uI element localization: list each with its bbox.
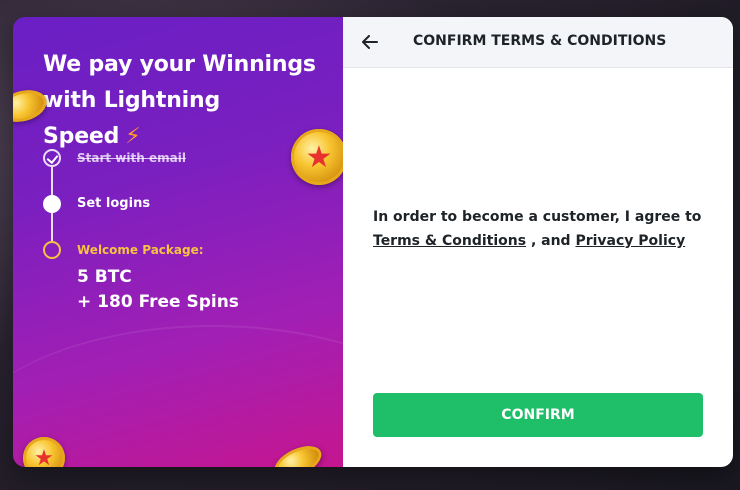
terms-text: In order to become a customer, I agree t… <box>373 205 703 253</box>
dialog-title: CONFIRM TERMS & CONDITIONS <box>413 33 667 49</box>
gold-coin-icon <box>269 439 327 467</box>
dialog-header: CONFIRM TERMS & CONDITIONS <box>343 17 733 68</box>
bonus-free-spins: + 180 Free Spins <box>77 292 239 312</box>
step-set-logins: Set logins <box>43 195 150 213</box>
promo-title: We pay your Winnings with Lightning Spee… <box>43 47 323 155</box>
promo-panel: We pay your Winnings with Lightning Spee… <box>13 17 343 467</box>
step-label: Set logins <box>77 196 151 211</box>
star-coin-icon: ★ <box>23 437 65 467</box>
agree-text: In order to become a customer, I agree t… <box>373 209 702 225</box>
step-welcome-package: Welcome Package: <box>43 241 204 259</box>
terms-conditions-link[interactable]: Terms & Conditions <box>373 233 526 249</box>
terms-modal: We pay your Winnings with Lightning Spee… <box>13 17 733 467</box>
back-button[interactable] <box>357 29 383 55</box>
bonus-btc: 5 BTC <box>77 267 132 287</box>
step-start-with-email: Start with email <box>43 149 186 167</box>
current-step-dot-icon <box>43 195 61 213</box>
step-connector <box>51 167 53 195</box>
step-label: Welcome Package: <box>77 243 204 257</box>
confirm-button[interactable]: CONFIRM <box>373 393 703 437</box>
check-circle-icon <box>43 149 61 167</box>
step-connector <box>51 213 53 241</box>
star-coin-icon: ★ <box>291 129 343 185</box>
privacy-policy-link[interactable]: Privacy Policy <box>575 233 685 249</box>
promo-title-line1: We pay your Winnings <box>43 52 316 77</box>
terms-panel: CONFIRM TERMS & CONDITIONS In order to b… <box>343 17 733 467</box>
lightning-icon: ⚡ <box>125 124 141 149</box>
arrow-left-icon <box>362 35 378 49</box>
welcome-bonus: 5 BTC + 180 Free Spins <box>77 265 239 315</box>
step-label: Start with email <box>77 151 186 165</box>
and-text: , and <box>530 233 571 249</box>
pending-step-circle-icon <box>43 241 61 259</box>
